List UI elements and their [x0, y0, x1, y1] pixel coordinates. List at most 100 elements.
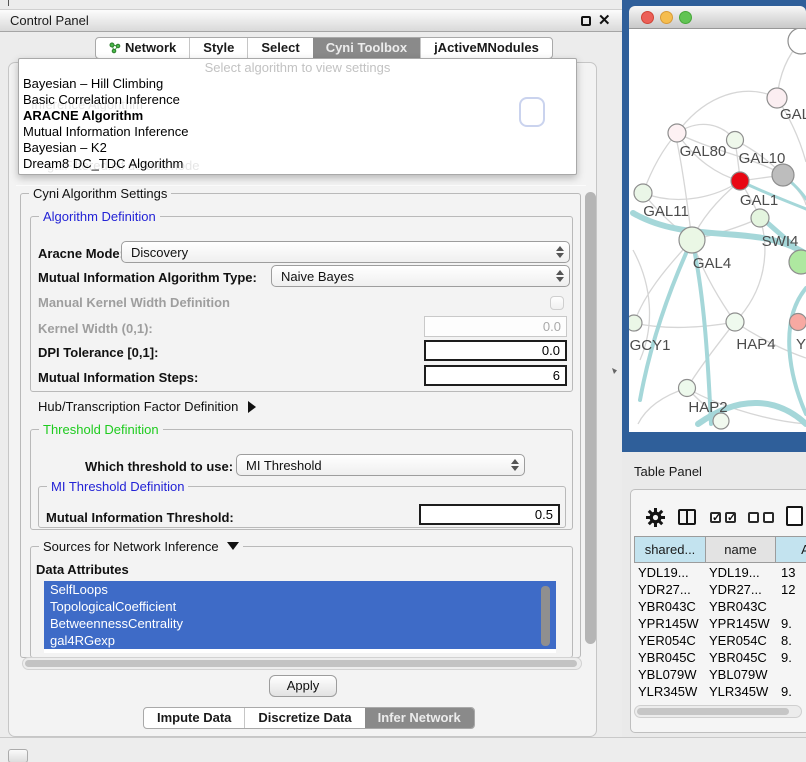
minimize-traffic-light-icon[interactable] — [660, 11, 673, 24]
dpi-tolerance-field[interactable] — [424, 340, 567, 361]
column-header[interactable]: shared... — [635, 537, 706, 562]
manual-kernel-width-checkbox[interactable] — [550, 296, 564, 310]
algorithm-option[interactable]: ARACNE Algorithm — [19, 108, 576, 124]
algorithm-dropdown[interactable]: Inference Algorithm galFiltered.sif defa… — [18, 58, 577, 175]
network-window-titlebar[interactable] — [629, 6, 806, 29]
network-edge[interactable] — [638, 388, 687, 424]
close-window-icon[interactable]: ✕ — [598, 11, 611, 31]
close-traffic-light-icon[interactable] — [641, 11, 654, 24]
data-attributes-list[interactable]: SelfLoopsTopologicalCoefficientBetweenne… — [44, 581, 556, 653]
attribute-item-selected[interactable]: TopologicalCoefficient — [44, 598, 556, 615]
attribute-item-selected[interactable]: gal4RGexp — [44, 632, 556, 649]
sources-legend[interactable]: Sources for Network Inference — [39, 539, 243, 554]
algorithm-option[interactable]: Basic Correlation Inference — [19, 92, 576, 108]
table-cell: YBR043C — [634, 598, 705, 615]
tab-select[interactable]: Select — [247, 38, 312, 58]
network-edge[interactable] — [677, 91, 777, 133]
network-edge[interactable] — [643, 181, 740, 199]
tab-cyni-toolbox[interactable]: Cyni Toolbox — [313, 38, 420, 58]
column-header[interactable]: name — [706, 537, 776, 562]
zoom-traffic-light-icon[interactable] — [679, 11, 692, 24]
table-row[interactable]: YPR145WYPR145W9. — [634, 615, 806, 632]
mi-algorithm-type-combobox[interactable]: Naive Bayes — [271, 265, 570, 287]
tab-infer-network[interactable]: Infer Network — [365, 708, 474, 728]
table-row[interactable]: YER054CYER054C8. — [634, 632, 806, 649]
table-cell: YPR145W — [634, 615, 705, 632]
mi-steps-label: Mutual Information Steps: — [38, 370, 198, 385]
attributes-list-scrollbar[interactable] — [541, 586, 550, 646]
network-node-gal1[interactable] — [731, 172, 749, 190]
gear-icon[interactable] — [646, 508, 665, 527]
mini-corner-button[interactable] — [8, 749, 28, 762]
table-cell: YLR345W — [634, 683, 705, 700]
settings-horizontal-scrollbar[interactable] — [22, 657, 582, 670]
table-row[interactable]: YBL079WYBL079W — [634, 666, 806, 683]
network-graph[interactable]: GALGAL80GAL10GAL1GAL11SWI4GAL4GCY1HAP4YH… — [629, 29, 806, 432]
hub-definition-toggle[interactable]: Hub/Transcription Factor Definition — [38, 399, 256, 414]
table-row[interactable]: YBR043CYBR043C — [634, 598, 806, 615]
network-node-y[interactable] — [790, 314, 806, 331]
which-threshold-combobox[interactable]: MI Threshold — [236, 454, 525, 476]
mi-steps-field[interactable] — [424, 365, 567, 386]
network-node-gal80[interactable] — [668, 124, 686, 142]
algorithm-option[interactable]: Bayesian – Hill Climbing — [19, 76, 576, 92]
network-node-swi4[interactable] — [751, 209, 769, 227]
mi-threshold-label: Mutual Information Threshold: — [46, 510, 234, 525]
algorithm-option[interactable]: Mutual Information Inference — [19, 124, 576, 140]
network-edge[interactable] — [643, 133, 677, 193]
network-node[interactable] — [789, 250, 806, 274]
network-node-gcy1[interactable] — [629, 315, 642, 331]
table-row[interactable]: YIL052CYIL052C9. — [634, 700, 806, 704]
network-edge[interactable] — [687, 322, 735, 388]
dpi-tolerance-label: DPI Tolerance [0,1]: — [38, 345, 158, 360]
network-node-gal[interactable] — [767, 88, 787, 108]
attribute-item-selected[interactable]: SelfLoops — [44, 581, 556, 598]
deselect-all-checkbox-icon[interactable] — [763, 512, 774, 523]
tab-impute-data[interactable]: Impute Data — [144, 708, 244, 728]
column-header[interactable]: A — [776, 537, 806, 562]
aracne-mode-combobox[interactable]: Discovery — [121, 241, 570, 263]
document-icon[interactable] — [786, 506, 803, 526]
which-threshold-label: Which threshold to use: — [85, 459, 233, 474]
network-window[interactable]: GALGAL80GAL10GAL1GAL11SWI4GAL4GCY1HAP4YH… — [629, 6, 806, 432]
network-node-gal4[interactable] — [679, 227, 705, 253]
network-node-hap4[interactable] — [726, 313, 744, 331]
tab-network[interactable]: Network — [96, 38, 189, 58]
tab-discretize-data[interactable]: Discretize Data — [244, 708, 364, 728]
network-node-gal10[interactable] — [727, 132, 744, 149]
table-row[interactable]: YDR27...YDR27...12 — [634, 581, 806, 598]
scrollbar-thumb[interactable] — [25, 660, 577, 667]
table-cell: YDR27... — [634, 581, 705, 598]
network-node[interactable] — [788, 29, 806, 54]
combobox-stepper-icon — [506, 459, 524, 471]
float-window-icon[interactable] — [581, 16, 591, 26]
settings-vertical-scrollbar[interactable] — [585, 192, 596, 644]
network-node-gal11[interactable] — [634, 184, 652, 202]
algorithm-option[interactable]: Bayesian – K2 — [19, 140, 576, 156]
table-row[interactable]: YLR345WYLR345W9. — [634, 683, 806, 700]
table-row[interactable]: YDL19...YDL19...13 — [634, 564, 806, 581]
columns-icon[interactable] — [678, 509, 696, 525]
tab-style[interactable]: Style — [189, 38, 247, 58]
attribute-item-selected[interactable]: BetweennessCentrality — [44, 615, 556, 632]
algorithm-option[interactable]: Dream8 DC_TDC Algorithm — [19, 156, 576, 172]
table-row[interactable]: YBR045CYBR045C9. — [634, 649, 806, 666]
deselect-all-checkbox-icon[interactable] — [748, 512, 759, 523]
algorithm-dropdown-list: Bayesian – Hill ClimbingBasic Correlatio… — [19, 76, 576, 172]
network-canvas[interactable]: GALGAL80GAL10GAL1GAL11SWI4GAL4GCY1HAP4YH… — [629, 29, 806, 432]
network-node[interactable] — [772, 164, 794, 186]
network-node-hap2[interactable] — [679, 380, 696, 397]
network-node[interactable] — [713, 413, 729, 429]
select-all-checkbox-icon[interactable]: ✓ — [725, 512, 736, 523]
expanded-arrow-icon — [227, 542, 239, 550]
network-node-label: HAP4 — [736, 336, 775, 353]
network-edge-highlighted[interactable] — [640, 240, 692, 400]
tab-jactivemnodules[interactable]: jActiveMNodules — [420, 38, 552, 58]
table-horizontal-scrollbar[interactable] — [634, 705, 802, 718]
kernel-width-field[interactable] — [424, 316, 567, 337]
select-all-checkbox-icon[interactable]: ✓ — [710, 512, 721, 523]
scrollbar-thumb[interactable] — [637, 708, 789, 715]
mi-threshold-field[interactable] — [419, 504, 560, 525]
tab-jactivemnodules-label: jActiveMNodules — [434, 38, 539, 58]
apply-button[interactable]: Apply — [269, 675, 337, 697]
